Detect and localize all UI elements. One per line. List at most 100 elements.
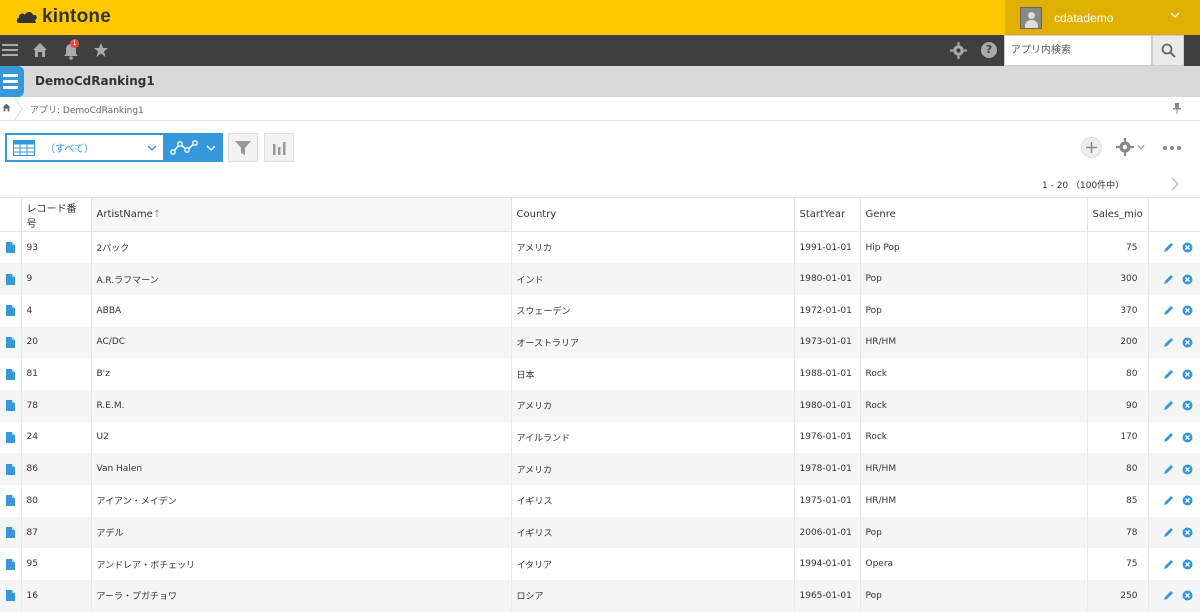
table-row: 24 U2 アイルランド 1976-01-01 Rock 170 (0, 421, 1200, 454)
pencil-icon[interactable] (1163, 432, 1174, 443)
graph-button[interactable] (264, 133, 294, 162)
top-header: kintone cdatademo (0, 0, 1200, 35)
record-detail-link[interactable] (0, 485, 21, 517)
cell-artist-name: ABBA (90, 294, 511, 327)
star-icon[interactable] (93, 42, 109, 58)
column-label: レコード番号 (26, 203, 77, 230)
help-icon[interactable]: ? (981, 42, 997, 58)
delete-icon[interactable] (1182, 242, 1193, 253)
bar-chart-icon (273, 141, 286, 155)
cell-sales-mio: 170 (1086, 421, 1148, 454)
home-icon[interactable] (2, 103, 11, 112)
cell-start-year: 1994-01-01 (793, 548, 860, 581)
app-list-icon[interactable] (0, 66, 24, 97)
record-detail-link[interactable] (0, 232, 21, 264)
column-label: StartYear (799, 209, 846, 220)
record-detail-link[interactable] (0, 453, 21, 485)
delete-icon[interactable] (1182, 305, 1193, 316)
view-select[interactable]: （すべて） (5, 133, 165, 162)
record-detail-link[interactable] (0, 389, 21, 422)
more-options-icon[interactable] (1163, 146, 1181, 150)
search-icon (1161, 43, 1176, 58)
record-detail-link[interactable] (0, 326, 21, 359)
chevron-right-icon[interactable] (1170, 177, 1180, 191)
document-icon (5, 590, 15, 602)
cell-start-year: 1973-01-01 (793, 326, 860, 359)
cell-genre: Rock (859, 358, 1087, 390)
pencil-icon[interactable] (1163, 337, 1174, 348)
delete-icon[interactable] (1182, 590, 1193, 601)
chevron-down-icon (147, 145, 157, 151)
search-placeholder: アプリ内検索 (1011, 45, 1071, 56)
record-detail-link[interactable] (0, 516, 21, 549)
delete-icon[interactable] (1182, 464, 1193, 475)
column-header-record-number[interactable]: レコード番号 (20, 197, 91, 232)
pencil-icon[interactable] (1163, 274, 1174, 285)
app-search-input[interactable]: アプリ内検索 (1004, 35, 1152, 66)
pencil-icon[interactable] (1163, 242, 1174, 253)
record-detail-link[interactable] (0, 548, 21, 580)
breadcrumb-app-link[interactable]: アプリ: DemoCdRanking1 (30, 103, 144, 116)
delete-icon[interactable] (1182, 337, 1193, 348)
records-table: レコード番号 ArtistName↑ Country StartYear Gen… (0, 197, 1200, 612)
user-menu[interactable]: cdatademo (1005, 0, 1200, 35)
settings-gear-icon[interactable] (950, 42, 967, 59)
cell-record-number: 80 (20, 485, 91, 517)
hamburger-menu-icon[interactable] (2, 42, 18, 58)
column-header-artist-name[interactable]: ArtistName↑ (90, 197, 511, 232)
cell-artist-name: Van Halen (90, 453, 511, 485)
delete-icon[interactable] (1182, 527, 1193, 538)
cell-sales-mio: 80 (1086, 358, 1148, 390)
add-record-button[interactable] (1081, 137, 1102, 158)
delete-icon[interactable] (1182, 432, 1193, 443)
record-detail-link[interactable] (0, 422, 21, 454)
user-name: cdatademo (1054, 10, 1114, 25)
pencil-icon[interactable] (1163, 495, 1174, 506)
cell-country: インド (510, 263, 794, 295)
column-header-country[interactable]: Country (510, 197, 794, 232)
cell-artist-name: AC/DC (90, 326, 511, 359)
kintone-logo[interactable]: kintone (16, 6, 111, 28)
pencil-icon[interactable] (1163, 527, 1174, 538)
cell-record-number: 86 (20, 453, 91, 485)
column-header-genre[interactable]: Genre (859, 197, 1087, 232)
record-detail-link[interactable] (0, 263, 21, 295)
cell-genre: Pop (859, 294, 1087, 327)
document-icon (5, 336, 15, 348)
record-detail-link[interactable] (0, 580, 21, 612)
filter-button[interactable] (228, 133, 258, 162)
delete-icon[interactable] (1182, 559, 1193, 570)
record-detail-link[interactable] (0, 358, 21, 390)
pencil-icon[interactable] (1163, 559, 1174, 570)
notifications-button[interactable]: 1 (62, 39, 82, 60)
delete-icon[interactable] (1182, 274, 1193, 285)
graph-menu-button[interactable] (165, 133, 223, 162)
home-icon[interactable] (32, 42, 48, 58)
pencil-icon[interactable] (1163, 369, 1174, 380)
search-button[interactable] (1152, 35, 1184, 66)
pencil-icon[interactable] (1163, 590, 1174, 601)
pencil-icon[interactable] (1163, 305, 1174, 316)
column-header-start-year[interactable]: StartYear (793, 197, 860, 232)
chevron-down-icon (1137, 145, 1145, 150)
pencil-icon[interactable] (1163, 400, 1174, 411)
cell-artist-name: A.R.ラフマーン (90, 263, 511, 295)
app-settings-button[interactable] (1116, 138, 1145, 156)
document-icon (5, 242, 15, 254)
row-actions (1147, 485, 1200, 517)
cell-country: アメリカ (510, 389, 794, 422)
cell-record-number: 16 (20, 580, 91, 612)
cell-artist-name: R.E.M. (90, 389, 511, 422)
pencil-icon[interactable] (1163, 464, 1174, 475)
cell-sales-mio: 75 (1086, 231, 1148, 264)
row-actions (1147, 421, 1200, 454)
delete-icon[interactable] (1182, 400, 1193, 411)
cell-genre: Pop (859, 580, 1087, 612)
record-detail-link[interactable] (0, 295, 21, 327)
column-header-sales-mio[interactable]: Sales_mio (1086, 197, 1148, 232)
delete-icon[interactable] (1182, 495, 1193, 506)
pin-icon[interactable] (1172, 102, 1182, 114)
cell-genre: Pop (859, 263, 1087, 295)
delete-icon[interactable] (1182, 369, 1193, 380)
cell-start-year: 1965-01-01 (793, 580, 860, 612)
